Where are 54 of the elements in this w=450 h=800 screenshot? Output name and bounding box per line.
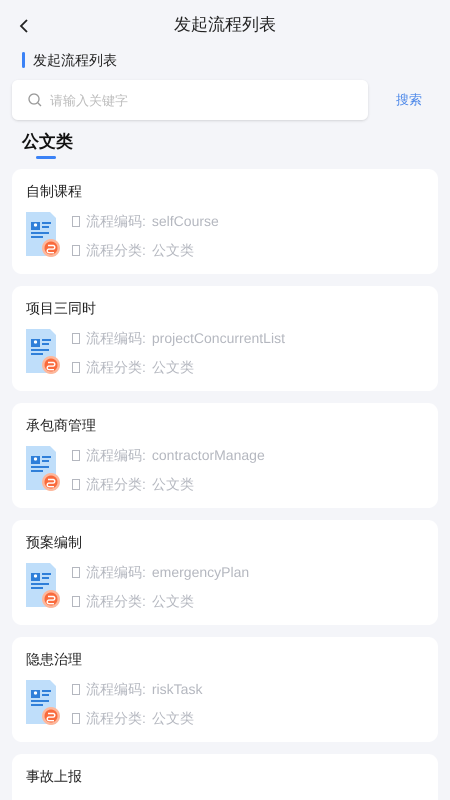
process-name: 项目三同时 xyxy=(26,299,97,318)
field-label: 流程分类: xyxy=(86,241,146,260)
process-card[interactable]: 预案编制 流程编码: emergencyPlan 流程分类: 公文类 xyxy=(12,520,438,625)
square-icon xyxy=(72,566,80,578)
field-value: 公文类 xyxy=(152,358,194,377)
square-icon xyxy=(72,362,80,372)
field-value: riskTask xyxy=(152,680,202,699)
field-label: 流程分类: xyxy=(86,709,146,728)
square-icon xyxy=(72,450,80,460)
document-icon xyxy=(26,212,60,258)
field-value: emergencyPlan xyxy=(152,563,250,582)
square-icon xyxy=(72,332,80,344)
field-label: 流程分类: xyxy=(86,358,146,377)
field-label: 流程分类: xyxy=(86,592,146,611)
back-icon xyxy=(18,18,30,34)
square-icon xyxy=(72,478,80,490)
field-value: 公文类 xyxy=(152,475,194,494)
field-label: 流程分类: xyxy=(86,475,146,494)
accent-bar xyxy=(22,52,25,68)
document-icon xyxy=(26,563,60,609)
process-card[interactable]: 项目三同时 流程编码: projectConcurrentList 流程分类: 公文类 xyxy=(12,286,438,391)
document-icon xyxy=(26,446,60,492)
field-label: 流程编码: xyxy=(86,563,146,582)
search-field[interactable]: 请输入关键字 xyxy=(12,80,368,120)
process-name: 预案编制 xyxy=(26,533,83,552)
field-value: contractorManage xyxy=(152,446,265,465)
process-card[interactable]: 承包商管理 流程编码: contractorManage 流程分类: 公文类 xyxy=(12,403,438,508)
process-card[interactable]: 隐患治理 流程编码: riskTask 流程分类: 公文类 xyxy=(12,637,438,742)
field-value: selfCourse xyxy=(152,212,219,231)
field-label: 流程编码: xyxy=(86,329,146,348)
category-tab[interactable]: 公文类 xyxy=(22,126,73,158)
square-icon xyxy=(72,244,80,256)
process-name: 自制课程 xyxy=(26,182,83,201)
field-value: 公文类 xyxy=(152,709,194,728)
square-icon xyxy=(72,216,80,226)
section-title: 发起流程列表 xyxy=(33,50,117,70)
process-name: 事故上报 xyxy=(26,767,83,786)
document-icon xyxy=(26,680,60,726)
field-label: 流程编码: xyxy=(86,212,146,231)
process-name: 承包商管理 xyxy=(26,416,97,435)
process-card[interactable]: 事故上报 xyxy=(12,754,438,800)
field-label: 流程编码: xyxy=(86,680,146,699)
document-icon xyxy=(26,329,60,375)
page-title: 发起流程列表 xyxy=(174,14,276,36)
square-icon xyxy=(72,684,80,694)
process-card[interactable]: 自制课程 流程编码: selfCourse 流程分类: 公文类 xyxy=(12,169,438,274)
process-name: 隐患治理 xyxy=(26,650,83,669)
field-value: 公文类 xyxy=(152,241,194,260)
field-value: projectConcurrentList xyxy=(152,329,285,348)
field-label: 流程编码: xyxy=(86,446,146,465)
field-value: 公文类 xyxy=(152,592,194,611)
search-icon xyxy=(28,93,42,107)
square-icon xyxy=(72,596,80,606)
square-icon xyxy=(72,712,80,724)
